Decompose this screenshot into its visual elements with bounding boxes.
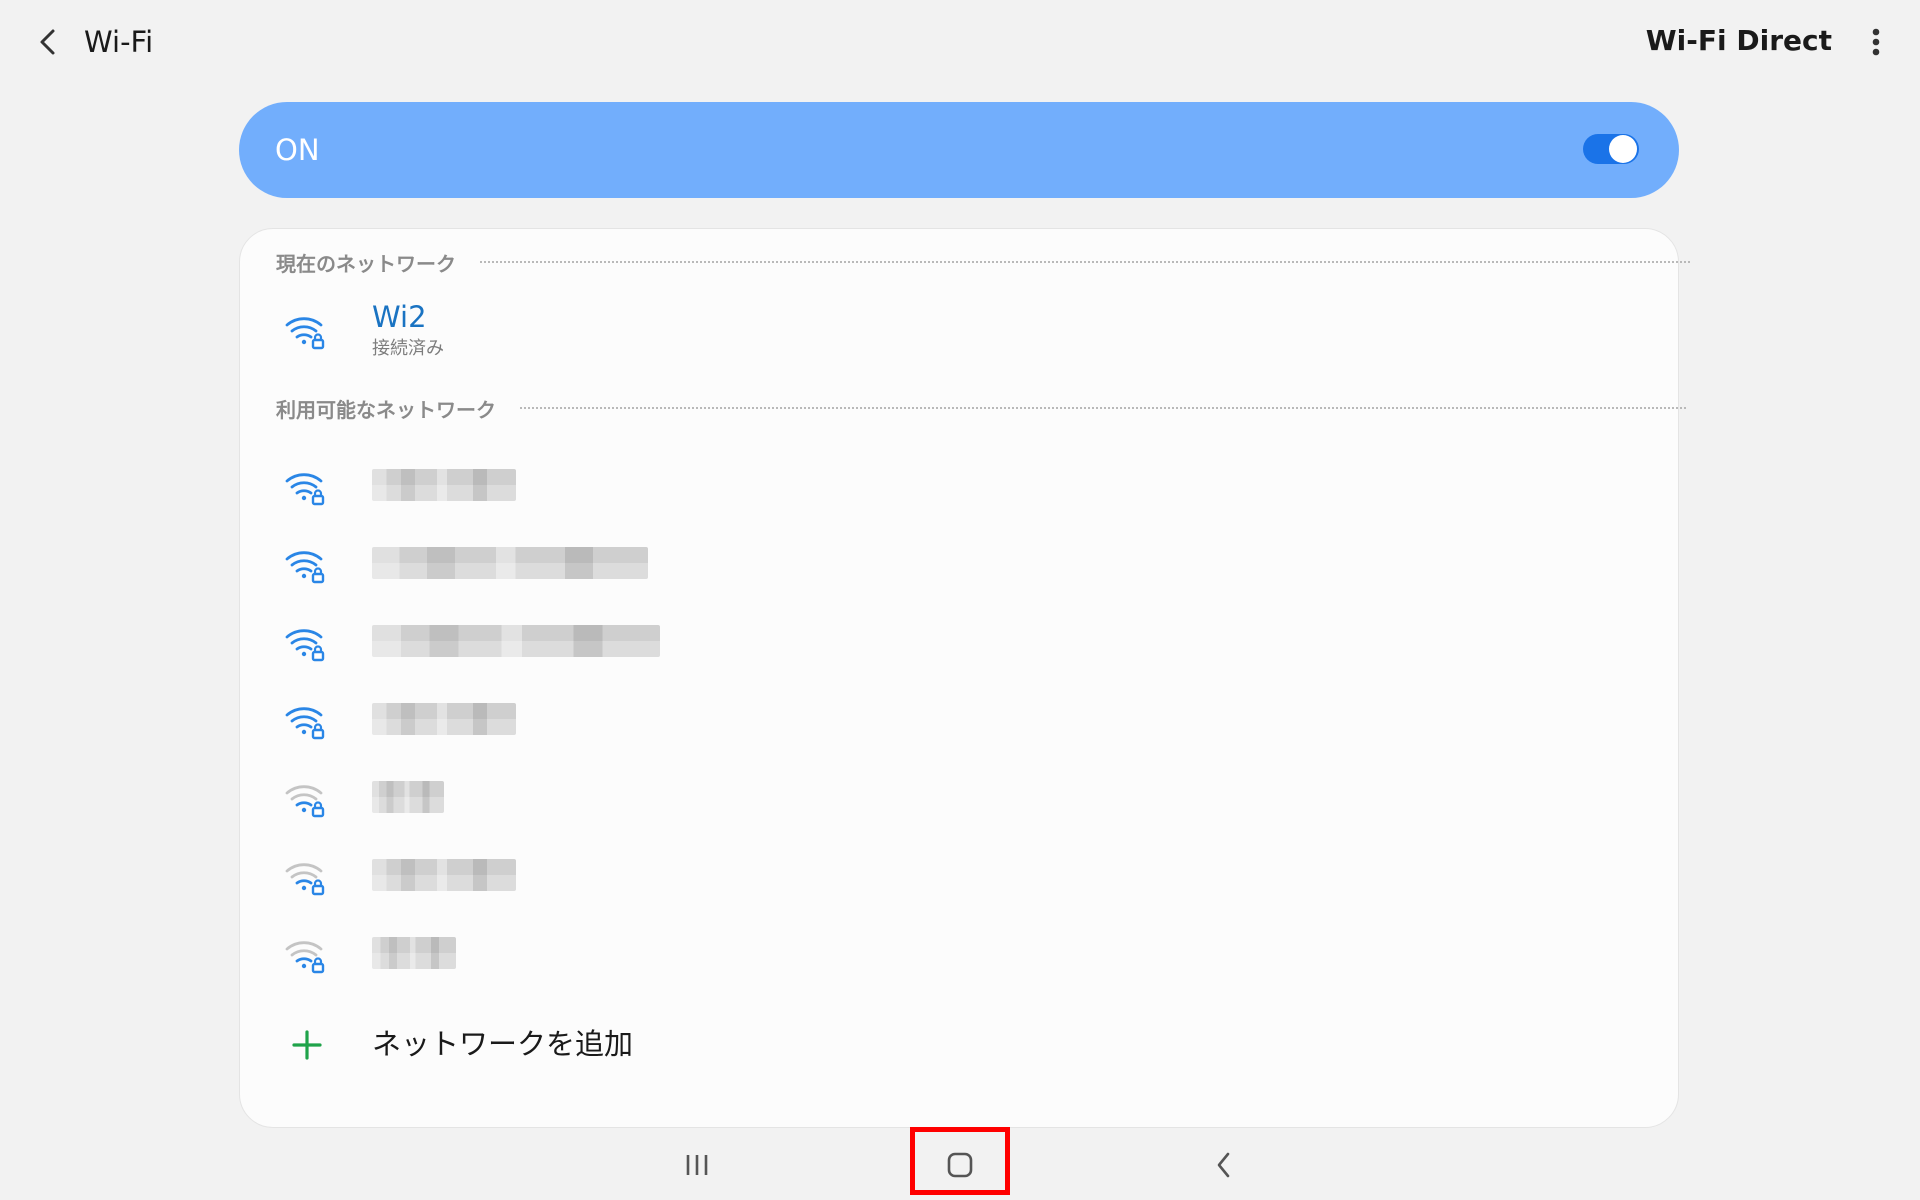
more-vertical-icon [1872,28,1880,56]
wifi-lock-icon [285,473,325,506]
system-navigation-bar [0,1130,1920,1200]
network-row[interactable] [240,843,1678,907]
add-network-label: ネットワークを追加 [372,1027,634,1061]
network-name-obscured [372,547,648,579]
available-networks-header: 利用可能なネットワーク [276,393,1686,423]
current-network-status: 接続済み [372,338,444,359]
wifi-lock-icon [285,629,325,662]
chevron-left-icon [40,29,55,55]
wifi-master-switch-bar[interactable]: ON [239,102,1679,198]
network-name-obscured [372,703,516,735]
section-divider [480,261,1690,263]
nav-back-button[interactable] [1192,1138,1256,1192]
recents-icon [686,1155,708,1175]
section-divider [520,407,1686,409]
wifi-settings-screen: Wi-Fi Wi-Fi Direct ON 現在のネットワーク Wi2 接続済み… [0,0,1920,1200]
network-row[interactable] [240,453,1678,517]
network-row[interactable] [240,531,1678,595]
back-icon [1217,1152,1230,1178]
section-label: 現在のネットワーク [276,251,456,276]
wifi-lock-icon [285,707,325,740]
network-row[interactable] [240,921,1678,985]
page-title: Wi-Fi [84,25,154,59]
network-name-obscured [372,625,660,657]
wifi-lock-weak-icon [285,941,325,974]
wifi-lock-weak-icon [285,785,325,818]
top-app-bar: Wi-Fi Wi-Fi Direct [0,0,1920,90]
wifi-direct-button[interactable]: Wi-Fi Direct [1646,20,1832,62]
section-label: 利用可能なネットワーク [276,397,496,422]
home-icon [947,1152,973,1178]
network-row[interactable] [240,765,1678,829]
network-row[interactable] [240,687,1678,751]
toggle-knob [1609,135,1637,163]
network-row[interactable] [240,609,1678,673]
network-name-obscured [372,859,516,891]
add-network-button[interactable]: ネットワークを追加 [240,1018,1678,1072]
more-options-button[interactable] [1854,20,1898,64]
current-network-name: Wi2 [372,300,427,334]
plus-icon [292,1030,322,1060]
wifi-lock-icon [285,551,325,584]
current-network-row[interactable]: Wi2 接続済み [240,297,1678,369]
wifi-lock-icon [285,317,325,350]
back-button[interactable] [26,20,70,64]
network-name-obscured [372,469,516,501]
network-name-obscured [372,937,456,969]
master-switch-label: ON [275,133,320,167]
network-name-obscured [372,781,444,813]
home-button[interactable] [928,1138,992,1192]
recents-button[interactable] [665,1138,729,1192]
wifi-toggle[interactable] [1583,134,1639,164]
current-network-header: 現在のネットワーク [276,247,1690,277]
network-list-card: 現在のネットワーク Wi2 接続済み 利用可能なネットワーク ネットワークを追加 [239,228,1690,1128]
wifi-lock-weak-icon [285,863,325,896]
